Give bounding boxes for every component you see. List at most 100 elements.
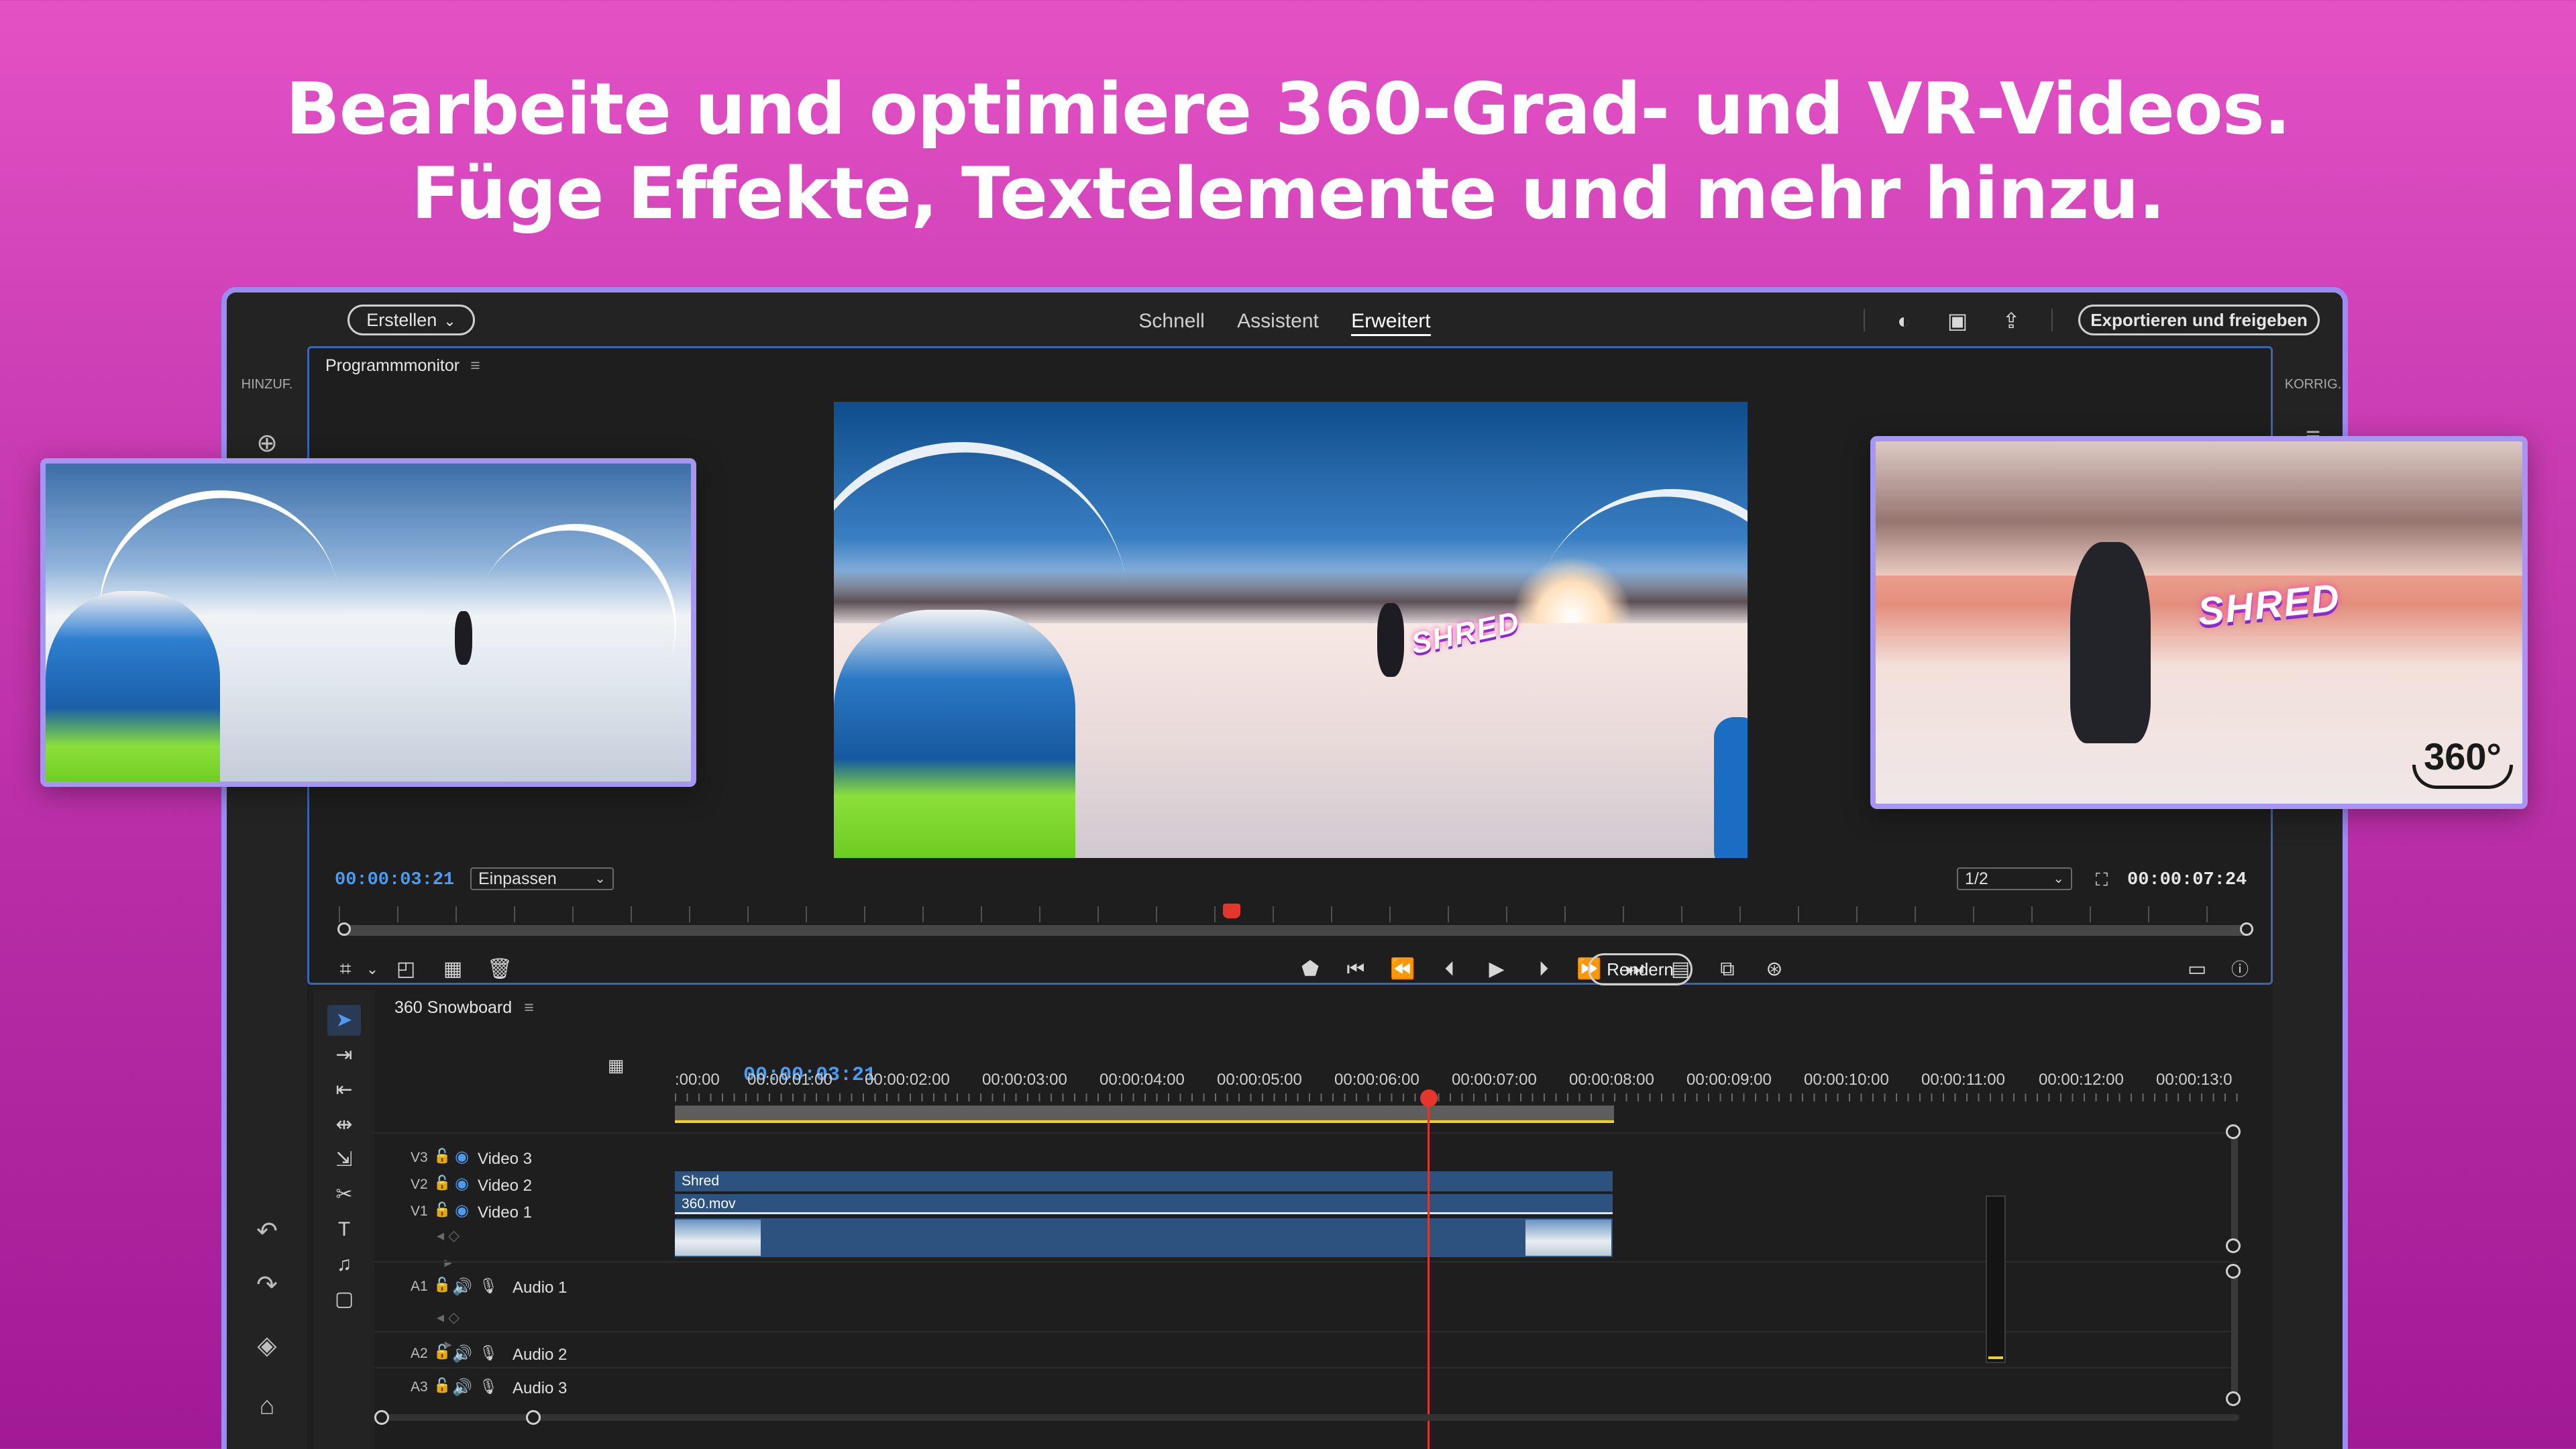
scroll-handle[interactable] — [2226, 1238, 2241, 1253]
monitor-scrubber[interactable] — [337, 922, 2253, 936]
zoom-select[interactable]: Einpassen ⌄ — [470, 867, 614, 890]
sequence-name: 360 Snowboard — [394, 998, 513, 1017]
razor-tool-icon[interactable]: ✂ — [327, 1179, 361, 1210]
duration-timecode: 00:00:07:24 — [2127, 870, 2247, 890]
marker-icon[interactable]: ⬟ — [1297, 956, 1324, 983]
safe-margins-icon[interactable]: ⧉ — [1714, 956, 1741, 983]
audio-tool-icon[interactable]: ♫ — [327, 1249, 361, 1280]
eye-icon[interactable]: ◉ — [455, 1201, 469, 1220]
rewind-icon[interactable]: ⏪ — [1389, 956, 1416, 983]
grid-icon[interactable]: ▦ — [439, 956, 466, 983]
shape-tool-icon[interactable]: ▢ — [327, 1284, 361, 1315]
save-icon[interactable]: ▣ — [1944, 307, 1971, 334]
transform-icon[interactable]: ◰ — [392, 956, 419, 983]
microphone-icon[interactable]: 🎙 — [479, 1344, 498, 1362]
ruler-label: 00:00:08:00 — [1569, 1071, 1654, 1089]
ruler-ticks — [675, 1093, 2238, 1102]
chevron-down-icon[interactable]: ⌄ — [359, 956, 386, 983]
scroll-handle[interactable] — [2226, 1264, 2241, 1279]
slip-tool-icon[interactable]: ⇲ — [327, 1144, 361, 1175]
undo-icon[interactable]: ↶ — [247, 1212, 287, 1252]
scroll-handle[interactable] — [2226, 1391, 2241, 1406]
redo-icon[interactable]: ↷ — [247, 1265, 287, 1305]
ruler-label: 00:00:10:00 — [1804, 1071, 1889, 1089]
speaker-icon[interactable]: 🔊 — [452, 1277, 472, 1297]
snowboarder-distant — [1377, 603, 1404, 677]
track-divider — [374, 1331, 2239, 1332]
work-area-bar[interactable] — [675, 1106, 1614, 1123]
lock-icon[interactable]: 🔓 — [433, 1277, 451, 1293]
microphone-icon[interactable]: 🎙 — [479, 1378, 498, 1395]
timeline-panel: ➤ ⇥ ⇤ ⇹ ⇲ ✂ T ♫ ▢ 360 Snowboard ≡ ▦ 00:00… — [307, 990, 2273, 1449]
timeline-playhead-line[interactable] — [1428, 1091, 1430, 1449]
rolling-edit-icon[interactable]: ⇹ — [327, 1110, 361, 1140]
share-icon[interactable]: ⇪ — [1998, 307, 2025, 334]
microphone-icon[interactable]: 🎙 — [479, 1277, 498, 1295]
timeline-settings-icon[interactable]: ▦ — [602, 1052, 629, 1079]
keyframe-nav-icon[interactable]: ◂ ◇ ▸ — [435, 1304, 462, 1352]
tab-schnell[interactable]: Schnell — [1138, 310, 1204, 333]
video-clip-body[interactable] — [675, 1218, 1613, 1257]
export-share-button[interactable]: Exportieren und freigeben — [2078, 305, 2320, 335]
help-icon[interactable]: ⓘ — [2226, 956, 2253, 983]
panel-menu-icon[interactable]: ≡ — [470, 356, 480, 375]
tab-assistent[interactable]: Assistent — [1237, 310, 1319, 333]
eye-icon[interactable]: ◉ — [455, 1174, 469, 1193]
scrubber-start-handle[interactable] — [337, 922, 351, 936]
video-clip-label[interactable]: 360.mov — [675, 1194, 1613, 1214]
mode-tabs: Schnell Assistent Erweitert — [227, 310, 2343, 336]
step-back-icon[interactable]: ⏴ — [1436, 956, 1463, 983]
ruler-label: 00:00:12:00 — [2039, 1071, 2124, 1089]
resolution-select[interactable]: 1/2 ⌄ — [1957, 867, 2072, 890]
audio-track-scrollbar[interactable] — [2231, 1273, 2238, 1394]
text-tool-icon[interactable]: T — [327, 1214, 361, 1245]
chevron-down-icon: ⌄ — [594, 871, 606, 886]
go-to-start-icon[interactable]: ⏮ — [1342, 956, 1369, 983]
ruler-label: 00:00:13:0 — [2156, 1071, 2233, 1089]
lock-icon[interactable]: 🔓 — [433, 1148, 451, 1165]
display-settings-icon[interactable]: ▭ — [2184, 956, 2210, 983]
organizer-icon[interactable]: ◈ — [247, 1326, 287, 1366]
speaker-icon[interactable]: 🔊 — [452, 1378, 472, 1397]
vr-view-icon[interactable]: ⊛ — [1761, 956, 1788, 983]
lock-icon[interactable]: 🔓 — [433, 1344, 451, 1360]
step-forward-icon[interactable]: ⏵ — [1530, 956, 1557, 983]
fullscreen-icon[interactable]: ⛶ — [2088, 866, 2115, 893]
snowboarder-foreground — [834, 610, 1075, 858]
play-icon[interactable]: ▶ — [1483, 956, 1510, 983]
tab-erweitert[interactable]: Erweitert — [1351, 310, 1431, 336]
time-ruler[interactable]: :00:00 00:00:01:00 00:00:02:00 00:00:03:… — [675, 1071, 2238, 1102]
timeline-h-scrollbar[interactable] — [381, 1414, 2239, 1421]
home-icon[interactable]: ⌂ — [247, 1386, 287, 1426]
lock-icon[interactable]: 🔓 — [433, 1175, 451, 1191]
speaker-icon[interactable]: 🔊 — [452, 1344, 472, 1364]
track-divider — [374, 1367, 2239, 1368]
lock-icon[interactable]: 🔓 — [433, 1378, 451, 1394]
selection-tool-icon[interactable]: ➤ — [327, 1005, 361, 1036]
lock-icon[interactable]: 🔓 — [433, 1202, 451, 1218]
ripple-edit-icon[interactable]: ⇤ — [327, 1075, 361, 1106]
trash-icon[interactable]: 🗑 — [486, 956, 513, 983]
track-select-icon[interactable]: ⇥ — [327, 1040, 361, 1071]
title-clip[interactable]: Shred — [675, 1171, 1613, 1191]
crop-icon[interactable]: ⌗ — [332, 956, 359, 983]
video-track-scrollbar[interactable] — [2231, 1131, 2238, 1252]
eye-icon[interactable]: ◉ — [455, 1147, 469, 1167]
current-timecode[interactable]: 00:00:03:21 — [335, 870, 454, 890]
keyframe-prev-icon[interactable]: ◂ ◇ ▸ — [435, 1222, 462, 1271]
snowboarder-distant — [455, 611, 472, 665]
zoom-handle-start[interactable] — [374, 1410, 389, 1425]
divider — [2051, 309, 2053, 331]
zoom-handle-end[interactable] — [526, 1410, 541, 1425]
timeline-playhead[interactable] — [1420, 1089, 1438, 1107]
video-preview[interactable]: SHRED — [834, 402, 1748, 858]
add-media-icon[interactable]: ⊕ — [247, 423, 287, 464]
scrubber-end-handle[interactable] — [2240, 922, 2253, 936]
ruler-label: 00:00:11:00 — [1921, 1071, 2006, 1089]
scroll-handle[interactable] — [2226, 1124, 2241, 1139]
contrast-icon[interactable]: ◐ — [1890, 307, 1917, 334]
panel-menu-icon[interactable]: ≡ — [524, 998, 534, 1017]
monitor-playhead[interactable] — [1223, 904, 1240, 918]
render-button[interactable]: Rendern — [1588, 953, 1693, 985]
track-name: Audio 1 — [513, 1279, 568, 1297]
